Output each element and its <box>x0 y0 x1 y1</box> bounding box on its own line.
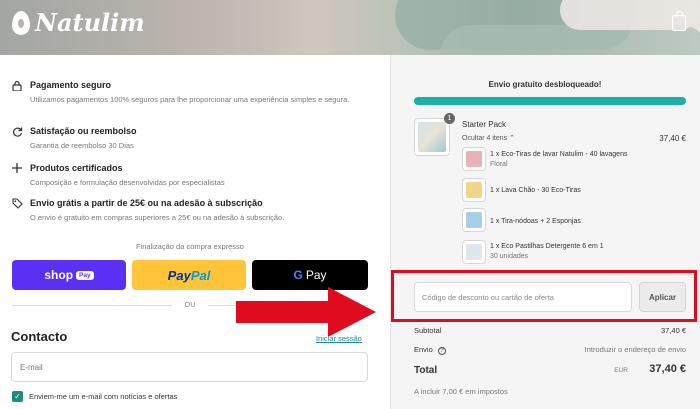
bundle-item: 1 x Eco-Tiras de lavar Natulim - 40 lava… <box>490 151 627 168</box>
google-pay-button[interactable]: G Pay <box>252 260 368 290</box>
bundle-item-variant: Floral <box>490 161 508 168</box>
feature-certified: Produtos certificados Composição e formu… <box>11 163 380 188</box>
free-shipping-message: Envio gratuito desbloqueado! <box>488 80 602 89</box>
feature-desc: O envio é gratuito em compras superiores… <box>30 213 285 222</box>
contact-heading: Contacto <box>11 329 68 344</box>
hide-items-toggle[interactable]: Ocultar 4 itens ⌃ <box>462 134 515 142</box>
currency-code: EUR <box>614 367 628 374</box>
tag-icon <box>11 198 23 210</box>
drop-icon <box>12 10 30 35</box>
bundle-item: 1 x Eco Pastilhas Detergente 6 em 1 30 u… <box>490 243 604 260</box>
subtotal-label: Subtotal <box>414 326 442 335</box>
product-name: Starter Pack <box>462 120 507 129</box>
newsletter-label: Enviem-me um e-mail com notícias e ofert… <box>29 392 178 401</box>
refresh-icon <box>11 126 23 138</box>
feature-title: Satisfação ou reembolso <box>30 126 137 136</box>
highlight-box <box>391 270 697 322</box>
order-summary <box>390 55 700 409</box>
item-thumbnail <box>462 178 486 202</box>
shopping-bag-icon[interactable] <box>672 11 686 31</box>
total-value: 37,40 € <box>649 363 686 375</box>
bundle-item-name: 1 x Eco-Tiras de lavar Natulim - 40 lava… <box>490 151 628 158</box>
paypal-text-a: Pay <box>167 267 191 283</box>
shop-pay-text: shop <box>44 268 74 282</box>
total-row: Total EUR 37,40 € <box>414 363 686 376</box>
feature-refund: Satisfação ou reembolso Garantia de reem… <box>11 126 380 151</box>
bundle-item-name: 1 x Tira-nódoas + 2 Esponjas <box>490 218 581 225</box>
checkbox-checked-icon[interactable]: ✓ <box>12 391 23 402</box>
express-checkout-label: Finalização da compra expresso <box>136 242 244 251</box>
plus-icon <box>11 163 23 175</box>
feature-title: Produtos certificados <box>30 163 123 173</box>
header-banner: Natulim <box>0 0 700 55</box>
feature-title: Pagamento seguro <box>30 80 112 90</box>
google-g-icon: G <box>293 268 303 282</box>
newsletter-checkbox-row[interactable]: ✓ Enviem-me um e-mail com notícias e ofe… <box>12 391 177 402</box>
item-thumbnail <box>462 147 486 171</box>
info-icon[interactable]: ? <box>437 347 446 355</box>
brand-name: Natulim <box>35 8 145 37</box>
toggle-label: Ocultar 4 itens <box>462 135 508 142</box>
product-price: 37,40 € <box>659 134 686 143</box>
product-thumbnail <box>414 118 450 156</box>
subtotal-value: 37,40 € <box>660 326 686 335</box>
item-thumbnail <box>462 240 486 264</box>
red-arrow-icon <box>236 287 376 337</box>
quantity-badge: 1 <box>444 113 455 124</box>
bundle-item-variant: 30 unidades <box>490 253 529 260</box>
google-pay-text: Pay <box>305 268 327 282</box>
lock-icon <box>11 80 23 92</box>
feature-desc: Garantia de reembolso 30 Dias <box>30 141 134 150</box>
bundle-item-name: 1 x Eco Pastilhas Detergente 6 em 1 <box>490 243 604 250</box>
feature-desc: Composição e formulação desenvolvidas po… <box>30 178 225 187</box>
tax-note: A incluir 7,00 € em impostos <box>414 387 508 396</box>
bundle-item: 1 x Tira-nódoas + 2 Esponjas <box>490 218 581 225</box>
paypal-text-b: Pal <box>190 267 211 283</box>
chevron-up-icon: ⌃ <box>509 135 515 142</box>
paypal-button[interactable]: Pay Pal <box>132 260 246 290</box>
feature-desc: Utilizamos pagamentos 100% seguros para … <box>30 95 350 104</box>
brand-logo[interactable]: Natulim <box>12 8 145 37</box>
shipping-row: Envio ? Introduzir o endereço de envio <box>414 345 686 355</box>
shipping-label: Envio <box>414 345 433 354</box>
feature-title: Envio grátis a partir de 25€ ou na adesã… <box>30 198 263 208</box>
bundle-item-name: 1 x Lava Chão - 30 Eco-Tiras <box>490 187 581 194</box>
email-field[interactable]: E-mail <box>11 352 368 382</box>
feature-secure-payment: Pagamento seguro Utilizamos pagamentos 1… <box>11 80 380 105</box>
shop-pay-badge: Pay <box>76 270 94 280</box>
feature-free-shipping: Envio grátis a partir de 25€ ou na adesã… <box>11 198 380 223</box>
item-thumbnail <box>462 208 486 232</box>
bundle-item: 1 x Lava Chão - 30 Eco-Tiras <box>490 187 581 194</box>
free-shipping-progress-bar <box>414 97 686 105</box>
shipping-value: Introduzir o endereço de envio <box>584 345 686 354</box>
shop-pay-button[interactable]: shop Pay <box>12 260 126 290</box>
subtotal-row: Subtotal 37,40 € <box>414 326 686 335</box>
total-label: Total <box>414 365 438 376</box>
